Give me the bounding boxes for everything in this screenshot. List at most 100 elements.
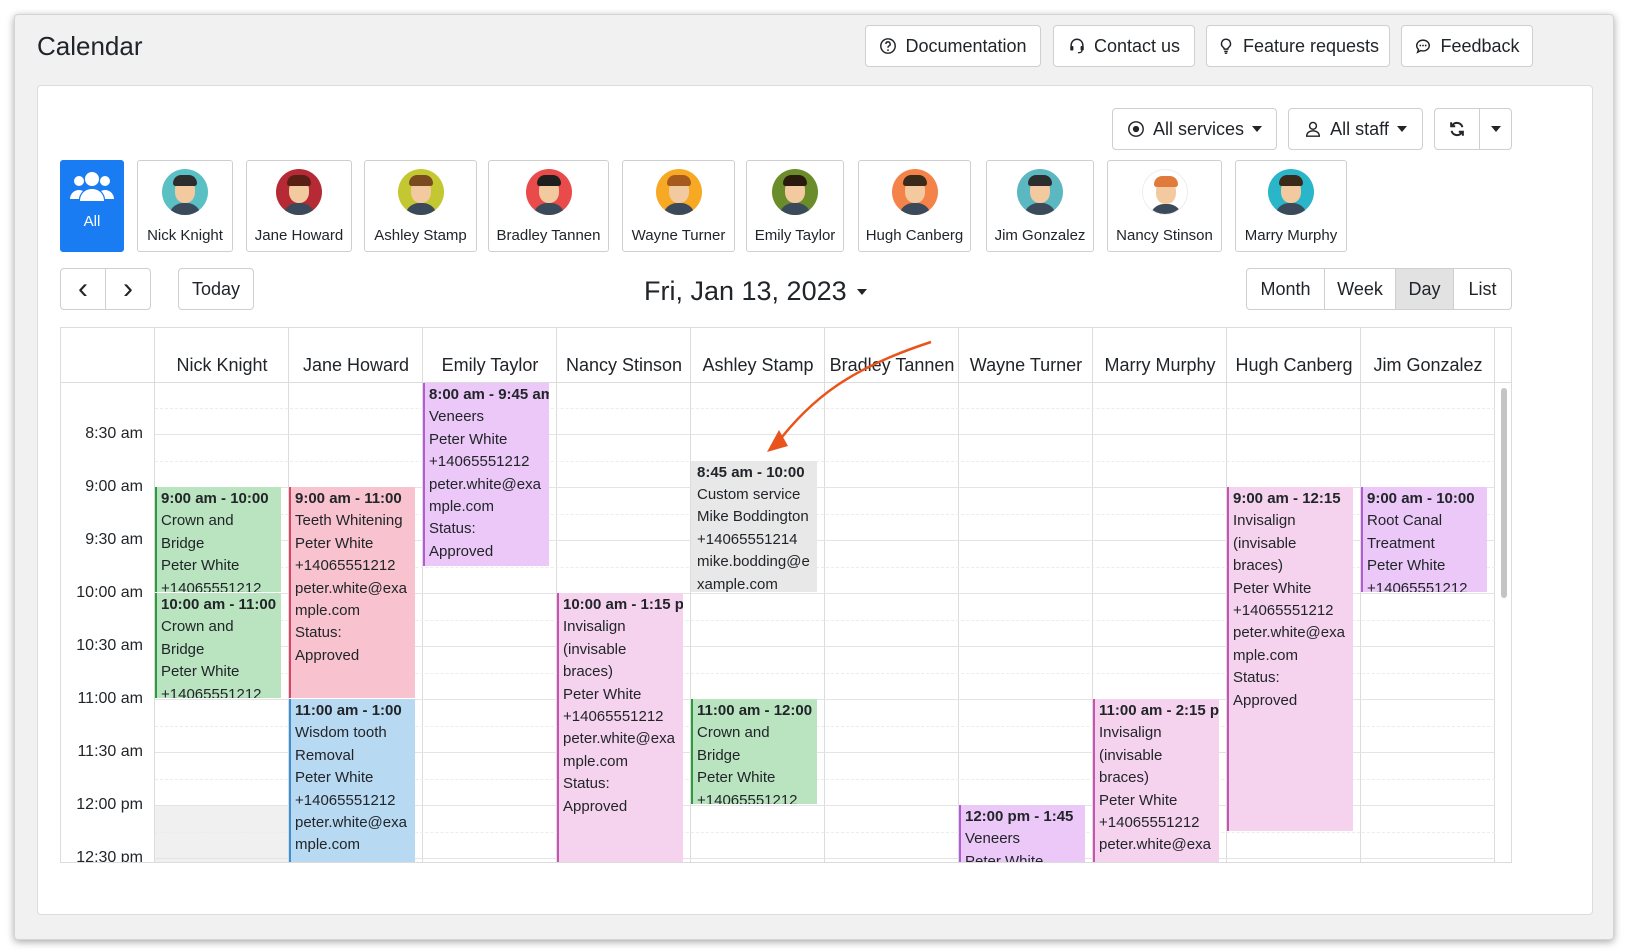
event-detail: +14065551212 bbox=[429, 453, 530, 471]
event-detail: (invisable bbox=[563, 640, 627, 658]
all-staff-dropdown[interactable]: All staff bbox=[1288, 108, 1423, 150]
event-detail: Peter White bbox=[295, 534, 374, 552]
staff-filter-item[interactable]: Nick Knight bbox=[137, 160, 233, 252]
event-detail: peter.white@exa bbox=[295, 814, 407, 832]
event-detail: Approved bbox=[563, 797, 628, 815]
event-detail: Status: bbox=[295, 624, 342, 642]
time-label: 12:30 pm bbox=[76, 849, 143, 863]
column-header: Wayne Turner bbox=[969, 355, 1083, 375]
staff-filter-item[interactable]: Ashley Stamp bbox=[364, 160, 477, 252]
time-label: 10:30 am bbox=[76, 637, 143, 654]
view-month-button[interactable]: Month bbox=[1246, 268, 1325, 310]
appointment-event[interactable]: 8:00 am - 9:45 am Veneers Peter White +1406… bbox=[423, 383, 549, 566]
staff-name: Bradley Tannen bbox=[496, 227, 601, 244]
appointment-event[interactable]: 9:00 am - 12:15 Invisalign (invisable brace… bbox=[1227, 487, 1353, 831]
avatar bbox=[525, 169, 572, 215]
page-title: Calendar bbox=[37, 31, 143, 61]
column-header: Marry Murphy bbox=[1104, 355, 1216, 375]
staff-filter-item[interactable]: Marry Murphy bbox=[1235, 160, 1347, 252]
time-label: 9:00 am bbox=[85, 478, 143, 495]
staff-name: All bbox=[83, 213, 101, 230]
event-detail: +14065551212 bbox=[1233, 602, 1334, 620]
all-services-dropdown[interactable]: All services bbox=[1112, 108, 1277, 150]
all-staff-label: All staff bbox=[1330, 118, 1389, 139]
staff-name: Emily Taylor bbox=[754, 227, 836, 244]
refresh-button[interactable] bbox=[1434, 108, 1480, 150]
date-picker-toggle[interactable]: Fri, Jan 13, 2023 bbox=[644, 276, 867, 307]
target-circle-icon bbox=[1128, 121, 1144, 137]
lightbulb-icon bbox=[1220, 38, 1232, 54]
today-button[interactable]: Today bbox=[178, 268, 254, 310]
event-detail: braces) bbox=[563, 663, 614, 681]
appointment-event[interactable]: 11:00 am - 12:00 Crown and Bridge Peter Whi… bbox=[691, 699, 817, 804]
next-button[interactable]: › bbox=[105, 268, 151, 310]
event-time: 8:45 am - 10:00 bbox=[697, 463, 805, 481]
staff-filter-item[interactable]: Emily Taylor bbox=[746, 160, 844, 252]
event-detail: Peter White bbox=[1233, 579, 1312, 597]
refresh-options-dropdown[interactable] bbox=[1479, 108, 1512, 150]
staff-name: Marry Murphy bbox=[1244, 227, 1338, 244]
appointment-event[interactable]: 9:00 am - 10:00 Crown and Bridge Peter Whit… bbox=[155, 487, 281, 592]
event-detail: Veneers bbox=[965, 830, 1021, 848]
time-label: 8:30 am bbox=[85, 425, 143, 442]
view-week-button[interactable]: Week bbox=[1324, 268, 1396, 310]
prev-button[interactable]: ‹ bbox=[60, 268, 106, 310]
column-header: Jim Gonzalez bbox=[1373, 355, 1483, 375]
staff-filter-all[interactable]: All bbox=[60, 160, 124, 252]
chevron-down-icon bbox=[856, 288, 867, 295]
today-label: Today bbox=[191, 278, 241, 299]
question-circle-icon bbox=[880, 38, 897, 54]
event-detail: braces) bbox=[1099, 769, 1150, 787]
appointment-event[interactable]: 11:00 am - 2:15 pm Invisalign (invisable br… bbox=[1093, 699, 1219, 862]
event-time: 9:00 am - 12:15 bbox=[1233, 490, 1341, 507]
appointment-event[interactable]: 10:00 am - 1:15 pm Invisalign (invisable br… bbox=[557, 593, 683, 862]
event-time: 12:00 pm - 1:45 bbox=[965, 808, 1074, 825]
event-detail: Peter White bbox=[161, 663, 240, 681]
chevron-right-icon: › bbox=[123, 272, 133, 305]
column-header: Jane Howard bbox=[302, 355, 410, 375]
event-detail: +14065551212 bbox=[161, 579, 262, 592]
event-detail: Peter White bbox=[161, 557, 240, 575]
staff-filter-item[interactable]: Bradley Tannen bbox=[488, 160, 609, 252]
event-detail: (invisable bbox=[1233, 534, 1297, 552]
current-date: Fri, Jan 13, 2023 bbox=[644, 276, 847, 306]
documentation-button[interactable]: Documentation bbox=[865, 25, 1041, 67]
staff-filter-item[interactable]: Nancy Stinson bbox=[1107, 160, 1222, 252]
event-detail: Peter White bbox=[429, 430, 508, 448]
chevron-down-icon bbox=[1490, 126, 1501, 132]
appointment-event[interactable]: 9:00 am - 11:00 Teeth Whitening Peter Whit… bbox=[289, 487, 415, 698]
event-time: 10:00 am - 1:15 pm bbox=[563, 596, 683, 613]
view-list-button[interactable]: List bbox=[1453, 268, 1512, 310]
staff-name: Jane Howard bbox=[254, 227, 344, 244]
event-detail: Status: bbox=[563, 775, 610, 793]
event-detail: +14065551212 bbox=[161, 685, 262, 698]
appointment-event[interactable]: 10:00 am - 11:00 Crown and Bridge Peter Whi… bbox=[155, 593, 281, 698]
event-detail: Peter White bbox=[697, 769, 776, 787]
appointment-event[interactable]: 11:00 am - 1:00 Wisdom tooth Removal Peter … bbox=[289, 699, 415, 862]
contact-us-button[interactable]: Contact us bbox=[1053, 25, 1195, 67]
event-detail: +14065551214 bbox=[697, 530, 798, 548]
time-label: 11:30 am bbox=[77, 743, 143, 760]
staff-filter-item[interactable]: Hugh Canberg bbox=[858, 160, 971, 252]
column-header: Ashley Stamp bbox=[702, 355, 814, 375]
time-label: 12:00 pm bbox=[76, 796, 143, 813]
appointment-event[interactable]: 9:00 am - 10:00 Root Canal Treatment Peter … bbox=[1361, 487, 1487, 592]
feedback-button[interactable]: Feedback bbox=[1401, 25, 1533, 67]
staff-name: Ashley Stamp bbox=[374, 227, 467, 244]
feature-requests-button[interactable]: Feature requests bbox=[1206, 25, 1390, 67]
appointment-event[interactable]: 12:00 pm - 1:45 Veneers Peter White bbox=[959, 805, 1085, 862]
feedback-label: Feedback bbox=[1440, 35, 1520, 56]
app-window: Calendar Documentation Contact us Featur… bbox=[14, 14, 1614, 940]
grid-scrollbar[interactable] bbox=[1501, 388, 1507, 598]
event-detail: mple.com bbox=[429, 498, 495, 516]
avatar bbox=[397, 169, 444, 215]
appointment-event[interactable]: 8:45 am - 10:00 Custom service Mike Boddin… bbox=[691, 460, 817, 592]
event-detail: (invisable bbox=[1099, 746, 1163, 764]
event-detail: peter.white@exa bbox=[1233, 624, 1345, 642]
staff-name: Hugh Canberg bbox=[865, 227, 964, 244]
staff-filter-item[interactable]: Wayne Turner bbox=[622, 160, 735, 252]
staff-filter-item[interactable]: Jane Howard bbox=[246, 160, 352, 252]
staff-filter-item[interactable]: Jim Gonzalez bbox=[986, 160, 1094, 252]
view-day-button[interactable]: Day bbox=[1395, 268, 1454, 310]
event-detail: Bridge bbox=[161, 534, 205, 552]
